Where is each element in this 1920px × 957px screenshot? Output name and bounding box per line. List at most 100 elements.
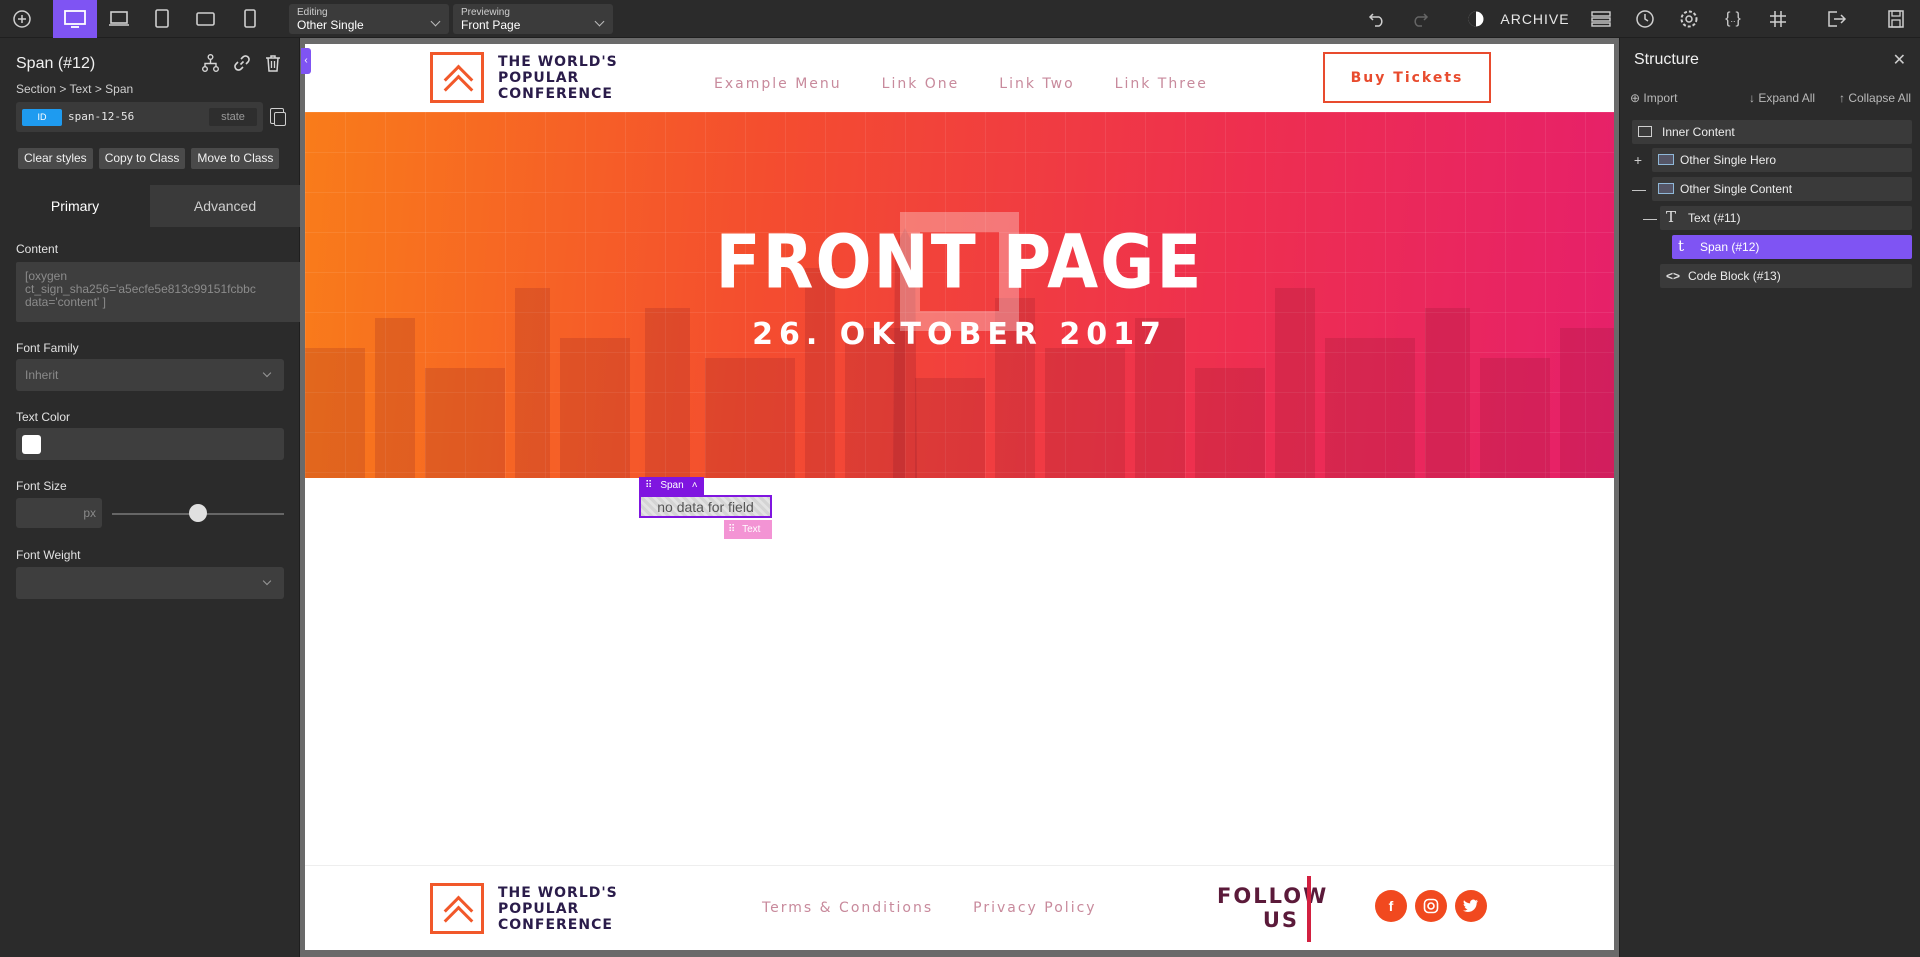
font-size-slider-handle[interactable] bbox=[189, 504, 207, 522]
nav-link-two[interactable]: Link Two bbox=[999, 76, 1074, 92]
expand-all-button[interactable]: ↓ Expand All bbox=[1749, 91, 1815, 105]
font-size-input[interactable]: px bbox=[16, 498, 102, 528]
facebook-icon[interactable]: f bbox=[1375, 890, 1407, 922]
code-braces-icon[interactable]: {..} bbox=[1718, 0, 1748, 38]
content-label: Content bbox=[16, 242, 59, 256]
expand-toggle-icon[interactable]: + bbox=[1632, 148, 1644, 172]
tree-item-label: Text (#11) bbox=[1688, 211, 1741, 225]
tree-item-other-single-content[interactable]: Other Single Content bbox=[1652, 177, 1912, 201]
twitter-icon[interactable] bbox=[1455, 890, 1487, 922]
buy-tickets-button[interactable]: Buy Tickets bbox=[1323, 52, 1491, 103]
import-label: Import bbox=[1643, 91, 1678, 105]
arrow-down-icon: ↓ bbox=[1749, 91, 1755, 105]
page-preview[interactable]: THE WORLD'S POPULAR CONFERENCE Example M… bbox=[305, 44, 1614, 950]
grid-icon[interactable] bbox=[1763, 0, 1793, 38]
tree-item-label: Code Block (#13) bbox=[1688, 269, 1781, 283]
import-button[interactable]: ⊕ Import bbox=[1630, 91, 1677, 105]
font-size-unit[interactable]: px bbox=[83, 506, 96, 520]
drag-handle-icon[interactable]: ⠿ bbox=[728, 524, 735, 535]
redo-icon[interactable] bbox=[1405, 0, 1435, 38]
desktop-view-icon[interactable] bbox=[53, 0, 97, 38]
hierarchy-icon[interactable] bbox=[202, 54, 219, 77]
properties-panel: Span (#12) Section > Text > Span ID span… bbox=[0, 38, 300, 957]
color-swatch[interactable] bbox=[22, 435, 41, 454]
previewing-value: Front Page bbox=[461, 18, 521, 32]
terms-link[interactable]: Terms & Conditions bbox=[762, 900, 933, 916]
collapse-panel-tab[interactable]: ‹ bbox=[301, 48, 311, 74]
gear-icon[interactable] bbox=[1674, 0, 1704, 38]
hero-date[interactable]: 26. OKTOBER 2017 bbox=[305, 317, 1614, 352]
instagram-icon[interactable] bbox=[1415, 890, 1447, 922]
nav-example-menu[interactable]: Example Menu bbox=[714, 76, 842, 92]
tree-item-span-12[interactable]: t Span (#12) bbox=[1672, 235, 1912, 259]
collapse-all-button[interactable]: ↑ Collapse All bbox=[1839, 91, 1911, 105]
tab-primary[interactable]: Primary bbox=[0, 185, 150, 227]
drag-handle-icon[interactable]: ⠿ bbox=[645, 477, 652, 495]
move-to-class-button[interactable]: Move to Class bbox=[191, 148, 280, 169]
chevron-down-icon bbox=[262, 576, 272, 586]
tree-item-label: Other Single Hero bbox=[1680, 153, 1777, 167]
state-selector[interactable]: state bbox=[209, 108, 257, 126]
nav-link-three[interactable]: Link Three bbox=[1115, 76, 1208, 92]
laptop-view-icon[interactable] bbox=[97, 0, 141, 38]
breadcrumb[interactable]: Section > Text > Span bbox=[16, 82, 133, 96]
collapse-toggle-icon[interactable]: — bbox=[1643, 206, 1657, 230]
font-weight-label: Font Weight bbox=[16, 548, 81, 562]
site-footer: THE WORLD'S POPULAR CONFERENCE Terms & C… bbox=[305, 865, 1614, 950]
text-color-field[interactable] bbox=[16, 428, 284, 460]
span-placeholder-text: no data for field bbox=[657, 499, 754, 515]
tree-item-text-11[interactable]: T Text (#11) bbox=[1660, 206, 1912, 230]
id-badge[interactable]: ID bbox=[22, 109, 62, 126]
contrast-icon[interactable] bbox=[1461, 0, 1491, 38]
save-icon[interactable] bbox=[1881, 0, 1911, 38]
link-icon[interactable] bbox=[233, 54, 251, 77]
tab-advanced[interactable]: Advanced bbox=[150, 185, 300, 227]
tree-item-code-block-13[interactable]: <> Code Block (#13) bbox=[1660, 264, 1912, 288]
hero-title[interactable]: FRONT PAGE bbox=[305, 219, 1614, 305]
privacy-link[interactable]: Privacy Policy bbox=[973, 900, 1096, 916]
tablet-view-icon[interactable] bbox=[140, 0, 184, 38]
follow-divider bbox=[1307, 876, 1311, 942]
phone-view-icon[interactable] bbox=[228, 0, 272, 38]
span-element[interactable]: no data for field bbox=[639, 495, 772, 518]
span-element-tag[interactable]: ⠿ Span ˄ bbox=[639, 477, 704, 495]
history-icon[interactable] bbox=[1630, 0, 1660, 38]
class-buttons: Clear styles Copy to Class Move to Class bbox=[18, 148, 280, 169]
exit-icon[interactable] bbox=[1822, 0, 1852, 38]
copy-icon[interactable] bbox=[270, 108, 286, 126]
id-value[interactable]: span-12-56 bbox=[68, 110, 134, 123]
add-element-icon[interactable] bbox=[0, 0, 44, 38]
content-field[interactable]: [oxygen ct_sign_sha256='a5ecfe5e813c9915… bbox=[16, 262, 300, 322]
previewing-caption: Previewing bbox=[461, 7, 510, 18]
footer-logo[interactable]: THE WORLD'S POPULAR CONFERENCE bbox=[430, 883, 618, 934]
previewing-dropdown[interactable]: Previewing Front Page bbox=[453, 4, 613, 34]
hero-section[interactable]: FRONT PAGE 26. OKTOBER 2017 bbox=[305, 112, 1614, 478]
stack-icon[interactable] bbox=[1586, 0, 1616, 38]
undo-icon[interactable] bbox=[1362, 0, 1392, 38]
site-logo[interactable]: THE WORLD'S POPULAR CONFERENCE bbox=[430, 52, 618, 103]
collapse-toggle-icon[interactable]: — bbox=[1632, 177, 1646, 201]
clear-styles-button[interactable]: Clear styles bbox=[18, 148, 93, 169]
footer-links: Terms & Conditions Privacy Policy bbox=[762, 900, 1097, 916]
expand-all-label: Expand All bbox=[1758, 91, 1816, 105]
chevron-up-icon[interactable]: ˄ bbox=[692, 477, 698, 495]
import-icon: ⊕ bbox=[1630, 91, 1641, 105]
tablet-landscape-view-icon[interactable] bbox=[184, 0, 228, 38]
editing-caption: Editing bbox=[297, 7, 328, 18]
chevron-down-icon bbox=[262, 368, 272, 378]
font-weight-select[interactable] bbox=[16, 567, 284, 599]
section-icon bbox=[1638, 126, 1652, 137]
text-element-tag[interactable]: ⠿ Text bbox=[724, 520, 772, 539]
archive-label[interactable]: ARCHIVE bbox=[1498, 0, 1572, 38]
trash-icon[interactable] bbox=[265, 54, 281, 77]
copy-to-class-button[interactable]: Copy to Class bbox=[98, 148, 186, 169]
structure-title: Structure bbox=[1634, 51, 1699, 68]
tree-item-inner-content[interactable]: Inner Content bbox=[1632, 120, 1912, 144]
close-icon[interactable]: ✕ bbox=[1893, 50, 1906, 70]
selector-field[interactable]: ID span-12-56 state bbox=[16, 102, 263, 132]
tree-item-other-single-hero[interactable]: Other Single Hero bbox=[1652, 148, 1912, 172]
editing-dropdown[interactable]: Editing Other Single bbox=[289, 4, 449, 34]
span-tag-label: Span bbox=[660, 480, 684, 491]
nav-link-one[interactable]: Link One bbox=[882, 76, 960, 92]
font-family-select[interactable]: Inherit bbox=[16, 359, 284, 391]
